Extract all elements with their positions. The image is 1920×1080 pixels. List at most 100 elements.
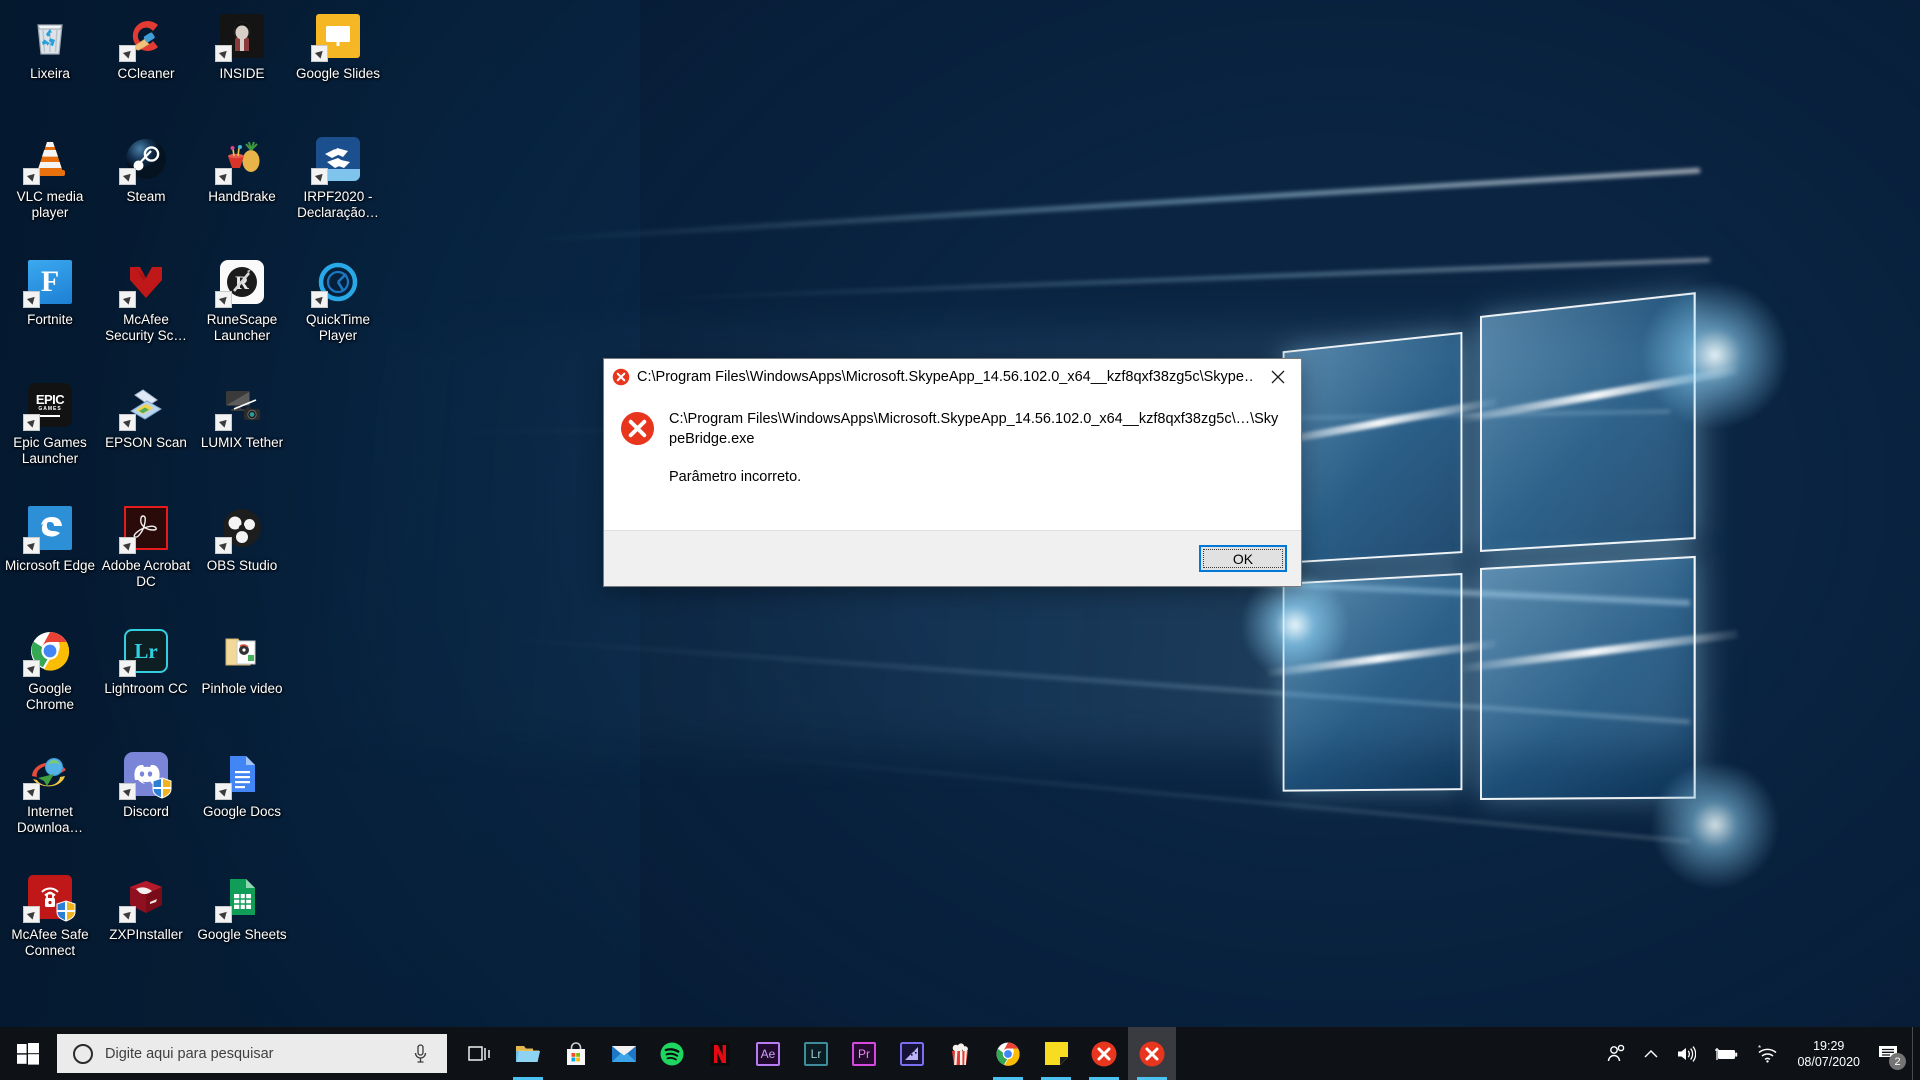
microsoft-edge-icon [23, 504, 74, 554]
media-encoder-icon [899, 1041, 925, 1067]
desktop-icon-empty [290, 500, 386, 623]
desktop-icon-ccleaner[interactable]: CCleaner [98, 8, 194, 131]
file-explorer-icon [515, 1041, 541, 1067]
taskbar-item-file-explorer[interactable] [504, 1027, 552, 1080]
desktop-icon-fortnite[interactable]: F Fortnite [2, 254, 98, 377]
error-icon [1139, 1041, 1165, 1067]
desktop-icon-google-chrome[interactable]: Google Chrome [2, 623, 98, 746]
taskbar-item-after-effects[interactable]: Ae [744, 1027, 792, 1080]
security-shield-badge-icon [152, 777, 172, 799]
desktop-icon-label: Google Slides [295, 66, 381, 81]
shortcut-arrow-icon [23, 537, 40, 554]
taskbar-item-netflix[interactable] [696, 1027, 744, 1080]
desktop-icon-mcafee-safe-connect[interactable]: McAfee Safe Connect [2, 869, 98, 992]
shortcut-arrow-icon [215, 414, 232, 431]
desktop-icon-epson-scan[interactable]: EPSON Scan [98, 377, 194, 500]
taskbar-item-sticky-notes[interactable] [1032, 1027, 1080, 1080]
google-slides-icon [311, 12, 362, 62]
desktop-icon-steam[interactable]: Steam [98, 131, 194, 254]
desktop-icon-microsoft-edge[interactable]: Microsoft Edge [2, 500, 98, 623]
taskbar[interactable]: Digite aqui para pesquisar Ae Lr Pr * 19… [0, 1027, 1920, 1080]
dialog-message-path: C:\Program Files\WindowsApps\Microsoft.S… [669, 411, 1279, 447]
people-icon[interactable] [1597, 1027, 1635, 1080]
battery-charging-icon[interactable] [1705, 1027, 1747, 1080]
desktop-icon-label: Internet Downloa… [16, 804, 84, 835]
desktop-icon-lixeira[interactable]: Lixeira [2, 8, 98, 131]
shortcut-arrow-icon [119, 291, 136, 308]
shortcut-arrow-icon [311, 168, 328, 185]
desktop-icon-label: ZXPInstaller [109, 927, 183, 942]
cortana-circle-icon [73, 1043, 93, 1064]
taskbar-item-spotify[interactable] [648, 1027, 696, 1080]
epson-scan-icon [119, 381, 170, 431]
desktop-icon-pinhole-video[interactable]: Pinhole video [194, 623, 290, 746]
search-input[interactable]: Digite aqui para pesquisar [57, 1034, 447, 1073]
shortcut-arrow-icon [119, 414, 136, 431]
taskbar-item-skype-error-2[interactable] [1128, 1027, 1176, 1080]
obs-studio-icon [215, 504, 266, 554]
desktop-icon-mcafee-security[interactable]: McAfee Security Sc… [98, 254, 194, 377]
chrome-icon [995, 1041, 1021, 1067]
taskbar-item-task-view[interactable] [456, 1027, 504, 1080]
shortcut-arrow-icon [215, 45, 232, 62]
taskbar-item-mail[interactable] [600, 1027, 648, 1080]
desktop-icon-empty [290, 746, 386, 869]
close-icon[interactable] [1255, 359, 1301, 395]
desktop-icon-lightroom-cc[interactable]: Lr Lightroom CC [98, 623, 194, 746]
desktop-icon-quicktime-player[interactable]: QuickTime Player [290, 254, 386, 377]
show-desktop-button[interactable] [1912, 1027, 1920, 1080]
wifi-icon[interactable]: * [1747, 1027, 1787, 1080]
desktop-icon-label: Fortnite [27, 312, 73, 327]
volume-icon[interactable] [1667, 1027, 1705, 1080]
desktop-icon-vlc-media-player[interactable]: VLC media player [2, 131, 98, 254]
clock[interactable]: 19:29 08/07/2020 [1787, 1027, 1874, 1080]
ok-button[interactable]: OK [1199, 545, 1287, 572]
dialog-body: C:\Program Files\WindowsApps\Microsoft.S… [604, 395, 1301, 530]
epic-games-icon: EPIC GAMES [23, 381, 74, 431]
desktop-icon-google-sheets[interactable]: Google Sheets [194, 869, 290, 992]
microphone-icon[interactable] [405, 1044, 435, 1063]
desktop-icon-label: Google Docs [202, 804, 282, 819]
desktop-icon-empty [290, 623, 386, 746]
desktop-icon-google-docs[interactable]: Google Docs [194, 746, 290, 869]
adobe-acrobat-icon [119, 504, 170, 554]
desktop-icon-label: McAfee Safe Connect [11, 927, 89, 958]
desktop-icon-discord[interactable]: Discord [98, 746, 194, 869]
desktop-icon-label: Lightroom CC [104, 681, 188, 696]
skype-error-dialog[interactable]: C:\Program Files\WindowsApps\Microsoft.S… [603, 358, 1302, 587]
search-placeholder: Digite aqui para pesquisar [105, 1045, 274, 1062]
taskbar-item-skype-error-1[interactable] [1080, 1027, 1128, 1080]
desktop-icon-runescape-launcher[interactable]: R RuneScape Launcher [194, 254, 290, 377]
desktop-icon-irpf2020[interactable]: IRPF2020 - Declaração… [290, 131, 386, 254]
dialog-message-reason: Parâmetro incorreto. [669, 469, 802, 485]
desktop-icon-google-slides[interactable]: Google Slides [290, 8, 386, 131]
desktop-icon-empty [290, 377, 386, 500]
taskbar-item-lightroom[interactable]: Lr [792, 1027, 840, 1080]
start-button[interactable] [0, 1027, 56, 1080]
desktop-icon-obs-studio[interactable]: OBS Studio [194, 500, 290, 623]
desktop[interactable]: Lixeira CCleaner INSIDE Google Slides VL… [0, 0, 1920, 1080]
desktop-icon-adobe-acrobat-dc[interactable]: Adobe Acrobat DC [98, 500, 194, 623]
taskbar-item-media-encoder[interactable] [888, 1027, 936, 1080]
desktop-icon-label: Discord [123, 804, 169, 819]
taskbar-item-popcorn-time[interactable] [936, 1027, 984, 1080]
windows-logo-icon [17, 1042, 39, 1065]
desktop-icon-epic-games-launcher[interactable]: EPIC GAMES Epic Games Launcher [2, 377, 98, 500]
desktop-icon-empty [290, 869, 386, 992]
desktop-icon-inside[interactable]: INSIDE [194, 8, 290, 131]
svg-text:*: * [1758, 1045, 1761, 1053]
taskbar-item-microsoft-store[interactable] [552, 1027, 600, 1080]
action-center-button[interactable]: 2 [1874, 1027, 1912, 1080]
taskbar-item-premiere-pro[interactable]: Pr [840, 1027, 888, 1080]
desktop-icon-zxpinstaller[interactable]: ZXPInstaller [98, 869, 194, 992]
error-icon [1091, 1041, 1117, 1067]
chevron-up-icon[interactable] [1635, 1027, 1667, 1080]
desktop-icon-handbrake[interactable]: HandBrake [194, 131, 290, 254]
error-icon [620, 411, 655, 446]
desktop-icon-label: VLC media player [16, 189, 84, 220]
dialog-titlebar[interactable]: C:\Program Files\WindowsApps\Microsoft.S… [604, 359, 1301, 395]
desktop-icon-label: Google Chrome [25, 681, 74, 712]
desktop-icon-internet-download-manager[interactable]: Internet Downloa… [2, 746, 98, 869]
desktop-icon-lumix-tether[interactable]: LUMIX Tether [194, 377, 290, 500]
taskbar-item-google-chrome[interactable] [984, 1027, 1032, 1080]
